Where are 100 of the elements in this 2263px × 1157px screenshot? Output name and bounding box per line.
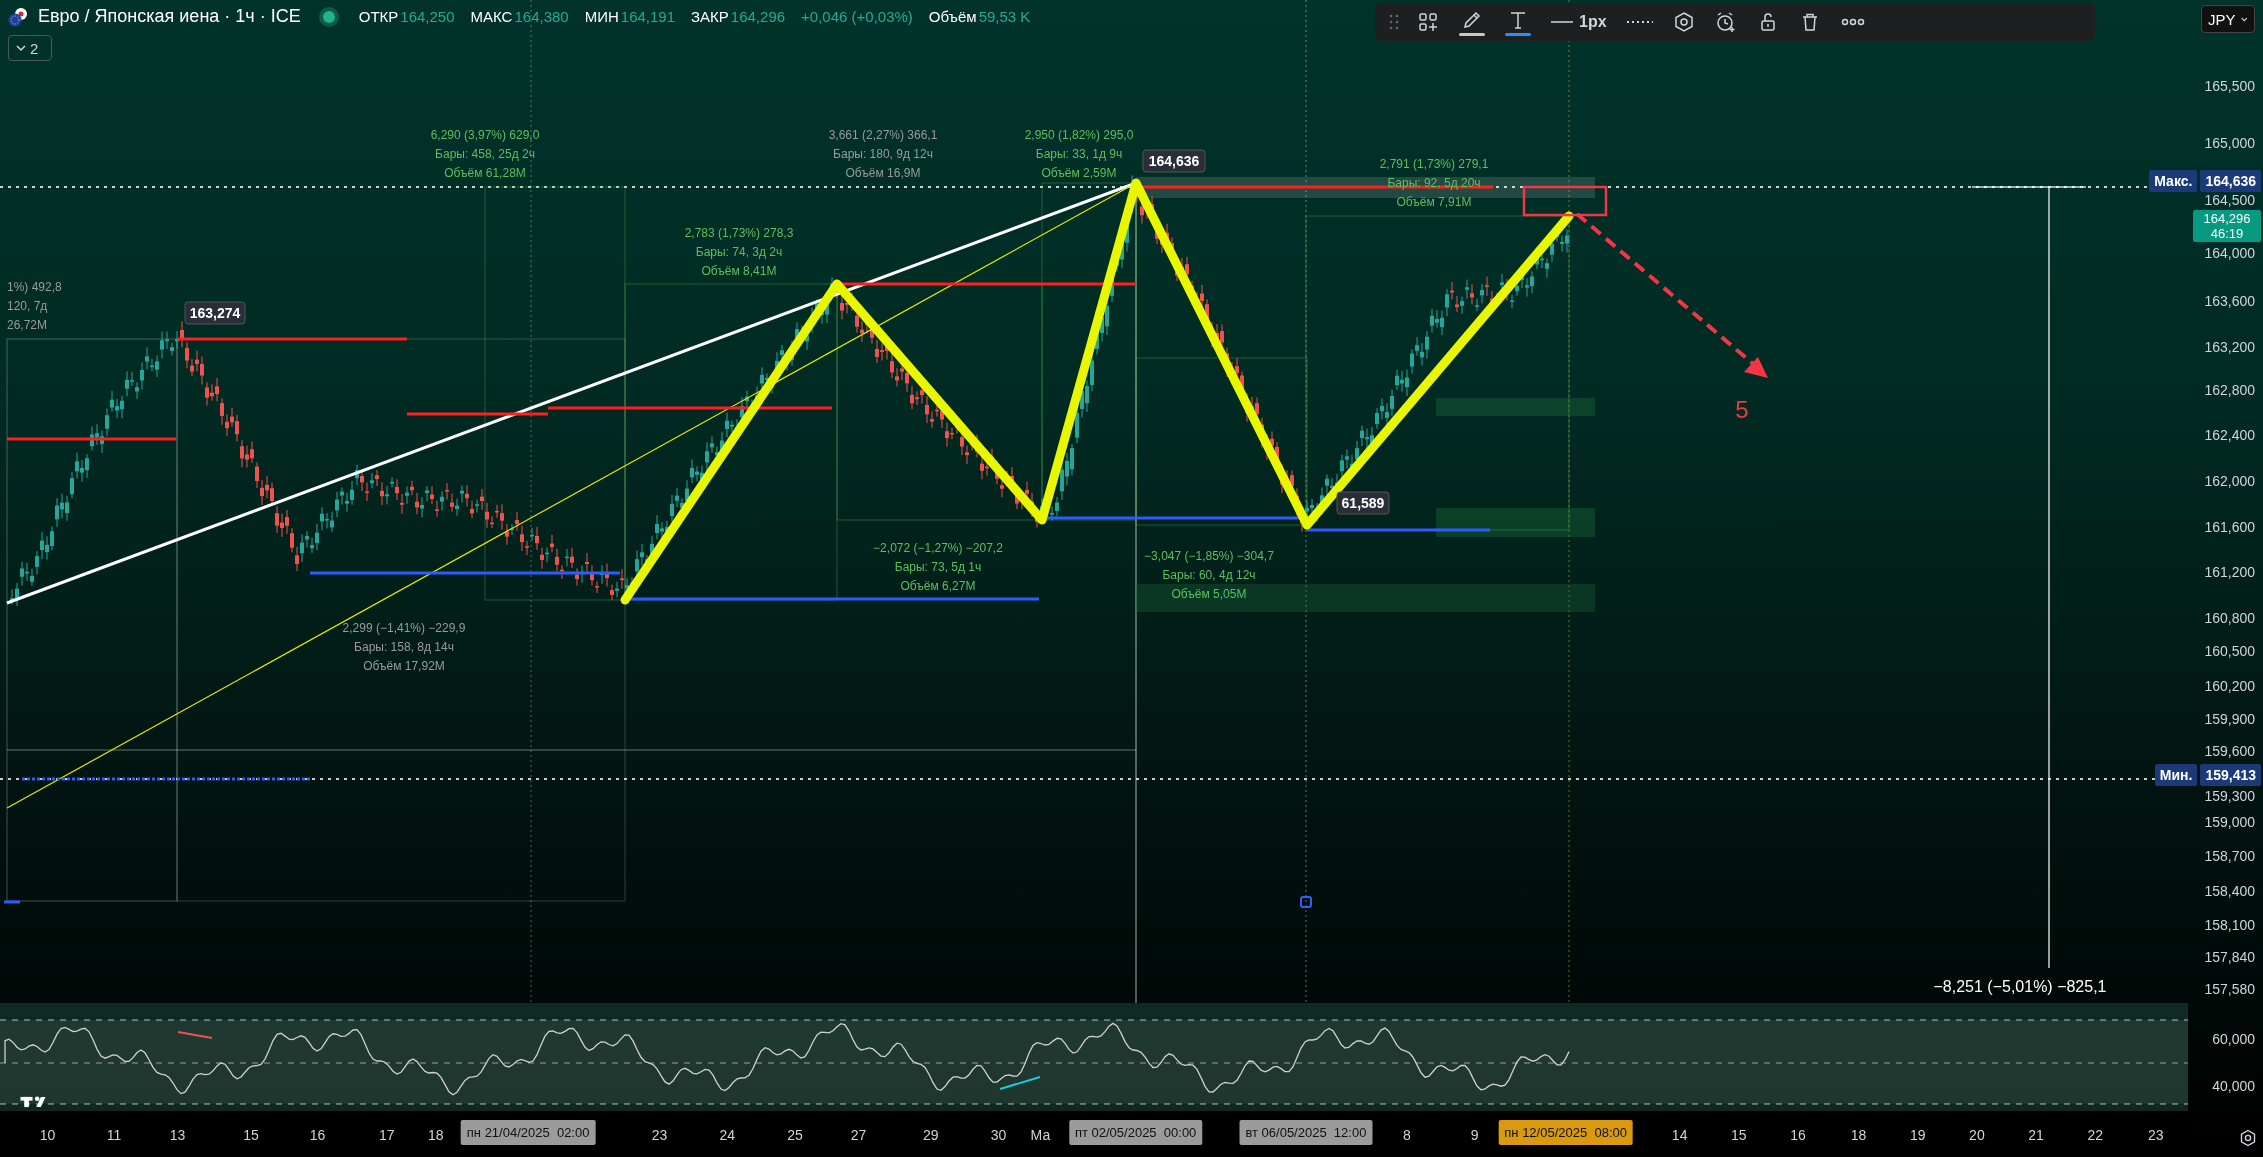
- time-label: пн 21/04/2025 02:00: [460, 1120, 596, 1145]
- measure-label: Объём 8,41M: [701, 264, 777, 278]
- price-tick: 159,600: [2204, 742, 2255, 759]
- measure-label: Бары: 180, 9д 12ч: [833, 147, 933, 161]
- price-tick: 160,500: [2204, 643, 2255, 660]
- badge-label: Мин.: [2154, 764, 2198, 786]
- price-label: 163,274: [184, 301, 246, 325]
- price-badge: 164,636: [2200, 170, 2261, 192]
- time-label: 16: [1790, 1127, 1806, 1143]
- price-tick: 160,200: [2204, 677, 2255, 694]
- measure-label: Объём 2,59M: [1041, 166, 1117, 180]
- measure-label: 1%) 492,8: [7, 280, 62, 294]
- time-label: 10: [39, 1127, 56, 1143]
- time-label: Ма: [1030, 1127, 1051, 1143]
- time-label: вт 06/05/2025 12:00: [1239, 1120, 1373, 1145]
- measure-label: 3,661 (2,27%) 366,1: [828, 128, 938, 142]
- price-tick: 159,300: [2204, 788, 2255, 805]
- settings-icon[interactable]: [2239, 1129, 2257, 1147]
- time-label: 27: [850, 1127, 867, 1143]
- measure-label: 120, 7д: [7, 299, 48, 313]
- currency-dropdown[interactable]: JPY: [2201, 5, 2255, 33]
- price-change: +0,046 (+0,03%): [801, 8, 913, 25]
- dotted-line-icon: [1626, 20, 1653, 24]
- more-icon: [1840, 18, 1865, 26]
- line-width-button[interactable]: 1px: [1549, 6, 1609, 38]
- price-tick: 158,400: [2204, 882, 2255, 899]
- symbol-title[interactable]: Евро / Японская иена · 1ч · ICE: [38, 6, 301, 27]
- measure-label: 2,950 (1,82%) 295,0: [1024, 128, 1134, 142]
- last-price: 164,296: [2203, 211, 2251, 226]
- price-tick: 164,000: [2204, 244, 2255, 261]
- price-tick: 165,500: [2204, 77, 2255, 94]
- measure-label: Бары: 74, 3д 2ч: [695, 245, 783, 259]
- quote-label: ЗАКР: [691, 8, 729, 25]
- measure-label: 2,791 (1,73%) 279,1: [1379, 157, 1489, 171]
- price-label: 164,636: [1142, 149, 1206, 173]
- measure-label: Объём 5,05M: [1171, 587, 1247, 601]
- time-label: 9: [1470, 1127, 1479, 1143]
- quote-label: МАКС: [470, 8, 513, 25]
- logo-icon: [19, 1096, 47, 1108]
- price-tick: 159,900: [2204, 711, 2255, 728]
- volume-value: 59,53 K: [978, 8, 1031, 25]
- price-tick: 157,580: [2204, 980, 2255, 997]
- measure-label: Бары: 73, 5д 1ч: [894, 560, 982, 574]
- time-label: 25: [787, 1127, 803, 1143]
- price-tick: 161,200: [2204, 563, 2255, 580]
- time-label: 30: [990, 1127, 1007, 1143]
- volume-label: Объём: [928, 8, 977, 25]
- wave-label: 5: [1735, 396, 1749, 423]
- quote-value: 164,296: [730, 8, 786, 25]
- price-tick: 160,800: [2204, 610, 2255, 627]
- price-tick: 158,100: [2204, 917, 2255, 934]
- measure-label: 6,290 (3,97%) 629,0: [430, 128, 540, 142]
- time-label: 8: [1403, 1127, 1411, 1143]
- time-label: 14: [1671, 1127, 1688, 1143]
- indicators-toggle[interactable]: 2: [8, 35, 52, 61]
- time-label: 16: [309, 1127, 326, 1143]
- time-label: 13: [169, 1127, 186, 1143]
- time-label: 23: [651, 1127, 668, 1143]
- price-tick: 165,000: [2204, 135, 2255, 152]
- time-label: 20: [1969, 1127, 1985, 1143]
- time-label: 11: [106, 1127, 122, 1143]
- anchor-handle[interactable]: [1300, 896, 1312, 908]
- quote-label: ОТКР: [358, 8, 399, 25]
- alarm-clock-icon: [1714, 11, 1737, 33]
- measure-label: Объём 6,27M: [900, 579, 976, 593]
- line-icon: [1551, 20, 1573, 24]
- oscillator-tick: 60,000: [2212, 1031, 2255, 1047]
- range-label: −8,251 (−5,01%) −825,1: [1933, 978, 2107, 995]
- time-label: пт 02/05/2025 00:00: [1068, 1120, 1203, 1145]
- time-label: 18: [1850, 1127, 1867, 1143]
- time-label: 19: [1909, 1127, 1926, 1143]
- quote-value: 164,250: [400, 8, 455, 25]
- drag-handle-icon[interactable]: [1389, 13, 1399, 31]
- market-status-icon: [322, 10, 335, 23]
- time-label: 17: [378, 1127, 395, 1143]
- color-swatch: [1459, 32, 1485, 36]
- time-label: 18: [428, 1127, 444, 1143]
- measure-label: −2,072 (−1,27%) −207,2: [873, 541, 1003, 555]
- price-tick: 163,200: [2204, 338, 2255, 355]
- time-label: 15: [1731, 1127, 1747, 1143]
- time-label: 23: [2148, 1127, 2164, 1143]
- time-label: 24: [719, 1127, 736, 1143]
- quote-value: 164,191: [620, 8, 676, 25]
- price-tick: 162,800: [2204, 382, 2255, 399]
- measure-label: Объём 16,9M: [845, 166, 921, 180]
- badge-label: Макс.: [2149, 170, 2198, 192]
- measure-label: 26,72M: [7, 318, 48, 332]
- price-label: 61,589: [1336, 491, 1390, 515]
- price-tick: 159,000: [2204, 813, 2255, 830]
- price-tick: 162,000: [2204, 472, 2255, 489]
- price-tick: 158,700: [2204, 848, 2255, 865]
- measure-label: Объём 7,91M: [1396, 195, 1472, 209]
- measure-label: 2,783 (1,73%) 278,3: [684, 226, 794, 240]
- measure-label: 2,299 (−1,41%) −229,9: [342, 621, 466, 635]
- time-label: 15: [243, 1127, 259, 1143]
- color-swatch: [1505, 32, 1531, 36]
- quote-label: МИН: [584, 8, 619, 25]
- price-tick: 157,840: [2204, 949, 2255, 966]
- countdown: 46:19: [2210, 226, 2244, 241]
- price-badge: 159,413: [2200, 764, 2261, 786]
